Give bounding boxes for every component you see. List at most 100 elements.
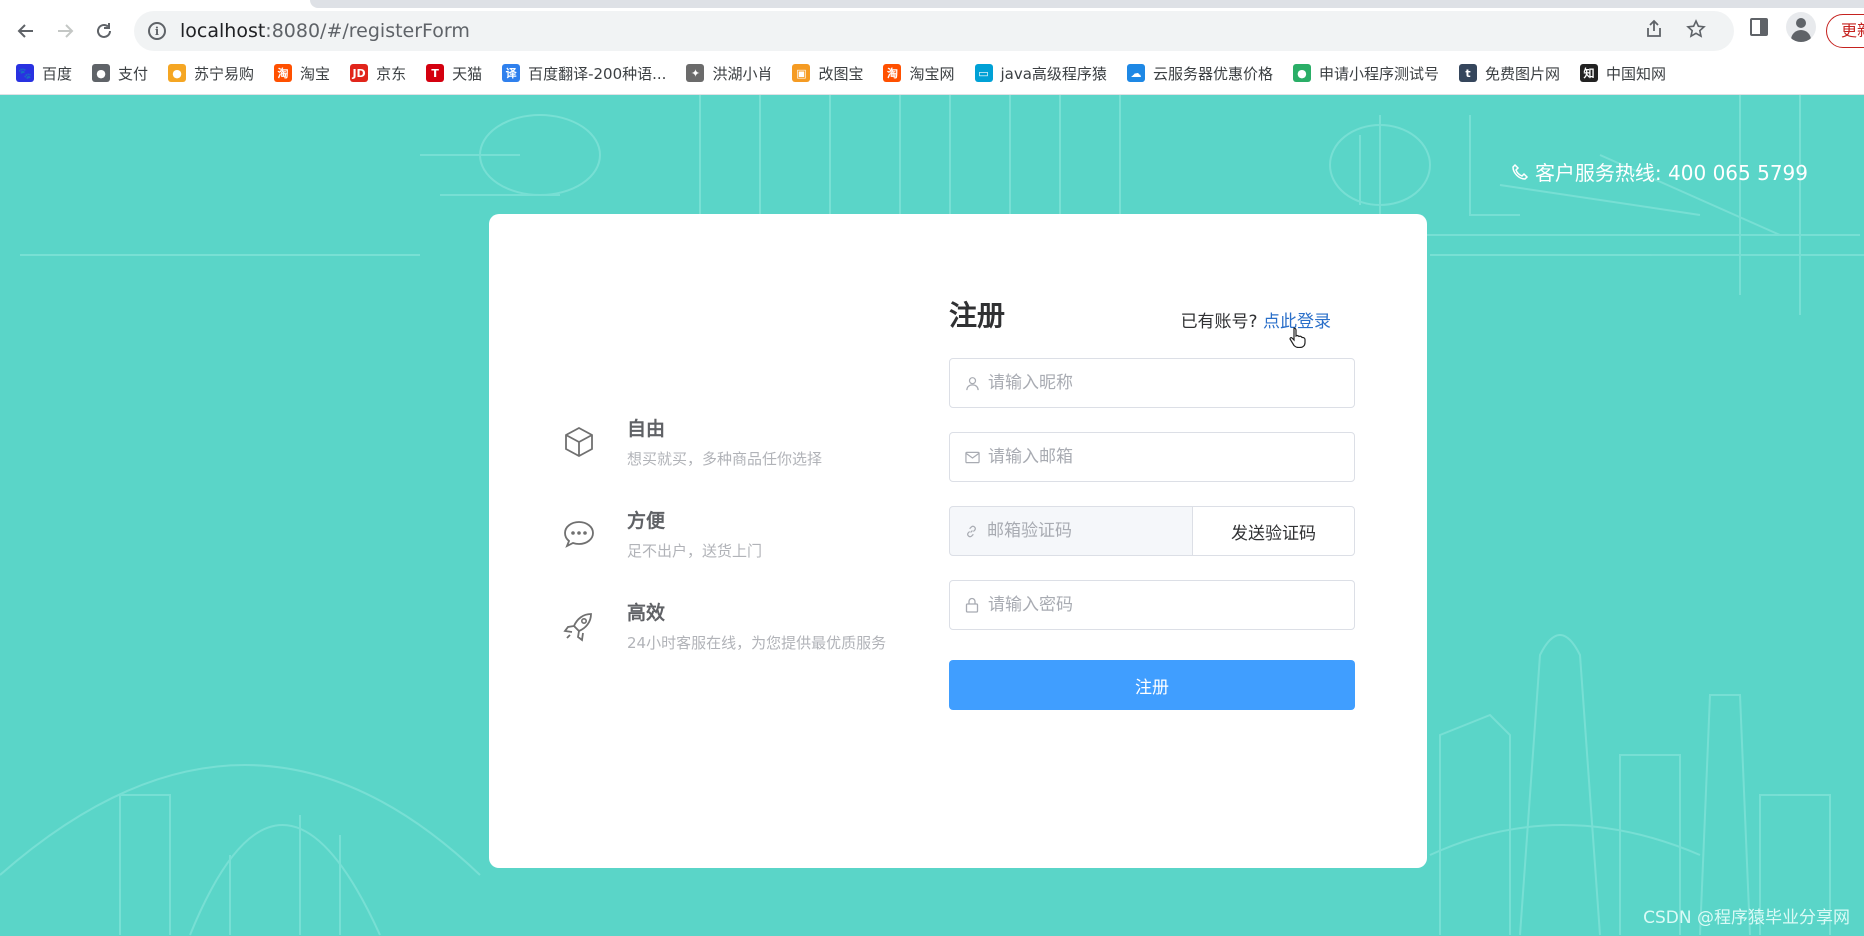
bookmark-item[interactable]: T 天猫 <box>426 63 482 84</box>
bookmark-item[interactable]: JD 京东 <box>350 63 406 84</box>
bird-icon: ✦ <box>686 64 705 82</box>
reload-button[interactable] <box>88 15 120 47</box>
register-page: 客户服务热线: 400 065 5799 自由 想买就买，多种商品任你选择 方便… <box>0 95 1864 936</box>
bookmark-label: 支付 <box>118 64 149 83</box>
taobao-icon: 淘 <box>883 64 902 82</box>
bookmark-item[interactable]: 🐾 百度 <box>16 63 72 84</box>
bookmark-label: 洪湖小肖 <box>712 64 773 83</box>
tumblr-icon: t <box>1458 64 1477 82</box>
csdn-watermark: CSDN @程序猿毕业分享网 <box>1643 908 1850 928</box>
bookmark-item[interactable]: ✦ 洪湖小肖 <box>686 63 772 84</box>
cloud-icon: ☁ <box>1126 64 1145 82</box>
bookmark-item[interactable]: t 免费图片网 <box>1458 63 1560 84</box>
bookmark-label: 免费图片网 <box>1484 64 1560 83</box>
bookmark-item[interactable]: 淘淘宝网 <box>883 63 955 84</box>
email-code-field[interactable] <box>949 506 1206 556</box>
email-code-input[interactable] <box>987 521 1206 541</box>
tmall-icon: T <box>426 64 445 82</box>
url-text[interactable]: localhost:8080/#/registerForm <box>180 20 470 42</box>
login-hint: 已有账号? 点此登录 <box>1181 307 1331 332</box>
bookmark-star-icon[interactable] <box>1686 19 1706 39</box>
share-icon[interactable] <box>1644 19 1664 39</box>
bookmark-label: java高级程序猿 <box>1000 64 1107 83</box>
bookmark-item[interactable]: 译百度翻译-200种语... <box>502 63 666 84</box>
user-icon <box>964 375 980 391</box>
feature-item: 高效 24小时客服在线，为您提供最优质服务 <box>561 598 921 690</box>
bookmark-label: 天猫 <box>452 64 483 83</box>
bookmark-item[interactable]: ● 申请小程序测试号 <box>1292 63 1439 84</box>
nickname-input[interactable] <box>988 373 1354 393</box>
box-icon <box>565 426 593 458</box>
bookmark-item[interactable]: ☁ 云服务器优惠价格 <box>1126 63 1273 84</box>
suning-icon: ● <box>168 64 187 82</box>
send-code-button[interactable]: 发送验证码 <box>1192 506 1355 556</box>
chat-icon <box>564 521 594 548</box>
hand-cursor-icon <box>1289 327 1306 348</box>
bookmark-label: 云服务器优惠价格 <box>1152 64 1273 83</box>
globe-icon: ● <box>92 64 111 82</box>
bookmark-label: 改图宝 <box>818 64 864 83</box>
feature-item: 方便 足不出户，送货上门 <box>561 506 921 598</box>
feature-title: 方便 <box>627 510 666 532</box>
nickname-field[interactable] <box>949 358 1355 408</box>
bookmark-item[interactable]: ▣ 改图宝 <box>792 63 863 84</box>
forward-arrow-icon <box>58 24 74 38</box>
bookmark-label: 淘宝 <box>300 64 331 83</box>
side-panel-icon[interactable] <box>1750 18 1768 36</box>
bookmark-item[interactable]: 淘淘宝 <box>274 63 330 84</box>
bookmark-label: 苏宁易购 <box>194 64 255 83</box>
customer-hotline: 客户服务热线: 400 065 5799 <box>1511 157 1808 186</box>
bookmark-label: 淘宝网 <box>909 64 955 83</box>
register-submit-button[interactable]: 注册 <box>949 660 1355 710</box>
feature-list: 自由 想买就买，多种商品任你选择 方便 足不出户，送货上门 高效 24小时客服在… <box>561 414 921 690</box>
back-arrow-icon <box>17 24 33 38</box>
lock-icon <box>964 597 980 613</box>
back-button[interactable] <box>10 15 42 47</box>
forward-button[interactable] <box>49 15 81 47</box>
reload-icon <box>97 23 111 38</box>
bookmark-item[interactable]: 知中国知网 <box>1579 63 1666 84</box>
email-input[interactable] <box>988 447 1354 467</box>
email-field[interactable] <box>949 432 1355 482</box>
gaitubao-icon: ▣ <box>792 64 811 82</box>
url-host: localhost <box>180 20 266 42</box>
taobao-icon: 淘 <box>274 64 293 82</box>
bookmark-label: 百度翻译-200种语... <box>528 64 667 83</box>
jd-icon: JD <box>350 64 369 82</box>
bookmark-item[interactable]: ▭ java高级程序猿 <box>974 63 1107 84</box>
password-field[interactable] <box>949 580 1355 630</box>
feature-desc: 24小时客服在线，为您提供最优质服务 <box>627 634 887 652</box>
bookmark-item[interactable]: ● 苏宁易购 <box>168 63 254 84</box>
bilibili-icon: ▭ <box>974 64 993 82</box>
update-button[interactable]: 更新 <box>1826 14 1864 48</box>
feature-item: 自由 想买就买，多种商品任你选择 <box>561 414 921 506</box>
profile-avatar-icon[interactable] <box>1786 12 1816 42</box>
phone-icon <box>1512 163 1528 180</box>
register-card: 自由 想买就买，多种商品任你选择 方便 足不出户，送货上门 高效 24小时客服在… <box>489 214 1427 868</box>
tab-strip <box>310 0 1864 8</box>
feature-desc: 足不出户，送货上门 <box>627 542 763 560</box>
bookmark-label: 百度 <box>42 64 73 83</box>
hotline-text: 客户服务热线: 400 065 5799 <box>1534 161 1808 185</box>
bookmark-label: 京东 <box>376 64 407 83</box>
url-path: :8080/#/registerForm <box>265 20 470 42</box>
feature-title: 自由 <box>627 418 666 440</box>
bookmarks-bar: 🐾 百度 ● 支付 ● 苏宁易购淘淘宝 JD 京东 T 天猫译百度翻译-200种语... ✦ 洪湖小肖… <box>0 58 1864 88</box>
bookmark-item[interactable]: ● 支付 <box>92 63 148 84</box>
translate-icon: 译 <box>502 64 521 82</box>
browser-chrome: i localhost:8080/#/registerForm 更新 🐾 百度 ● 支… <box>0 0 1864 95</box>
bookmark-label: 中国知网 <box>1605 64 1666 83</box>
baidu-icon: 🐾 <box>16 64 34 82</box>
has-account-text: 已有账号? <box>1180 312 1258 332</box>
bookmark-label: 申请小程序测试号 <box>1318 64 1439 83</box>
feature-title: 高效 <box>627 602 666 624</box>
mail-icon <box>964 449 980 465</box>
site-info-icon[interactable]: i <box>148 22 166 40</box>
feature-desc: 想买就买，多种商品任你选择 <box>627 450 823 468</box>
password-input[interactable] <box>988 595 1354 615</box>
wechat-icon: ● <box>1292 64 1311 82</box>
link-icon <box>964 523 979 539</box>
rocket-icon <box>563 613 592 642</box>
register-form: 注册 已有账号? 点此登录 请输入昵称 请输入邮箱 邮箱验证码 发送验证码 注册 <box>949 294 1355 710</box>
address-bar[interactable]: i localhost:8080/#/registerForm <box>134 11 1734 51</box>
